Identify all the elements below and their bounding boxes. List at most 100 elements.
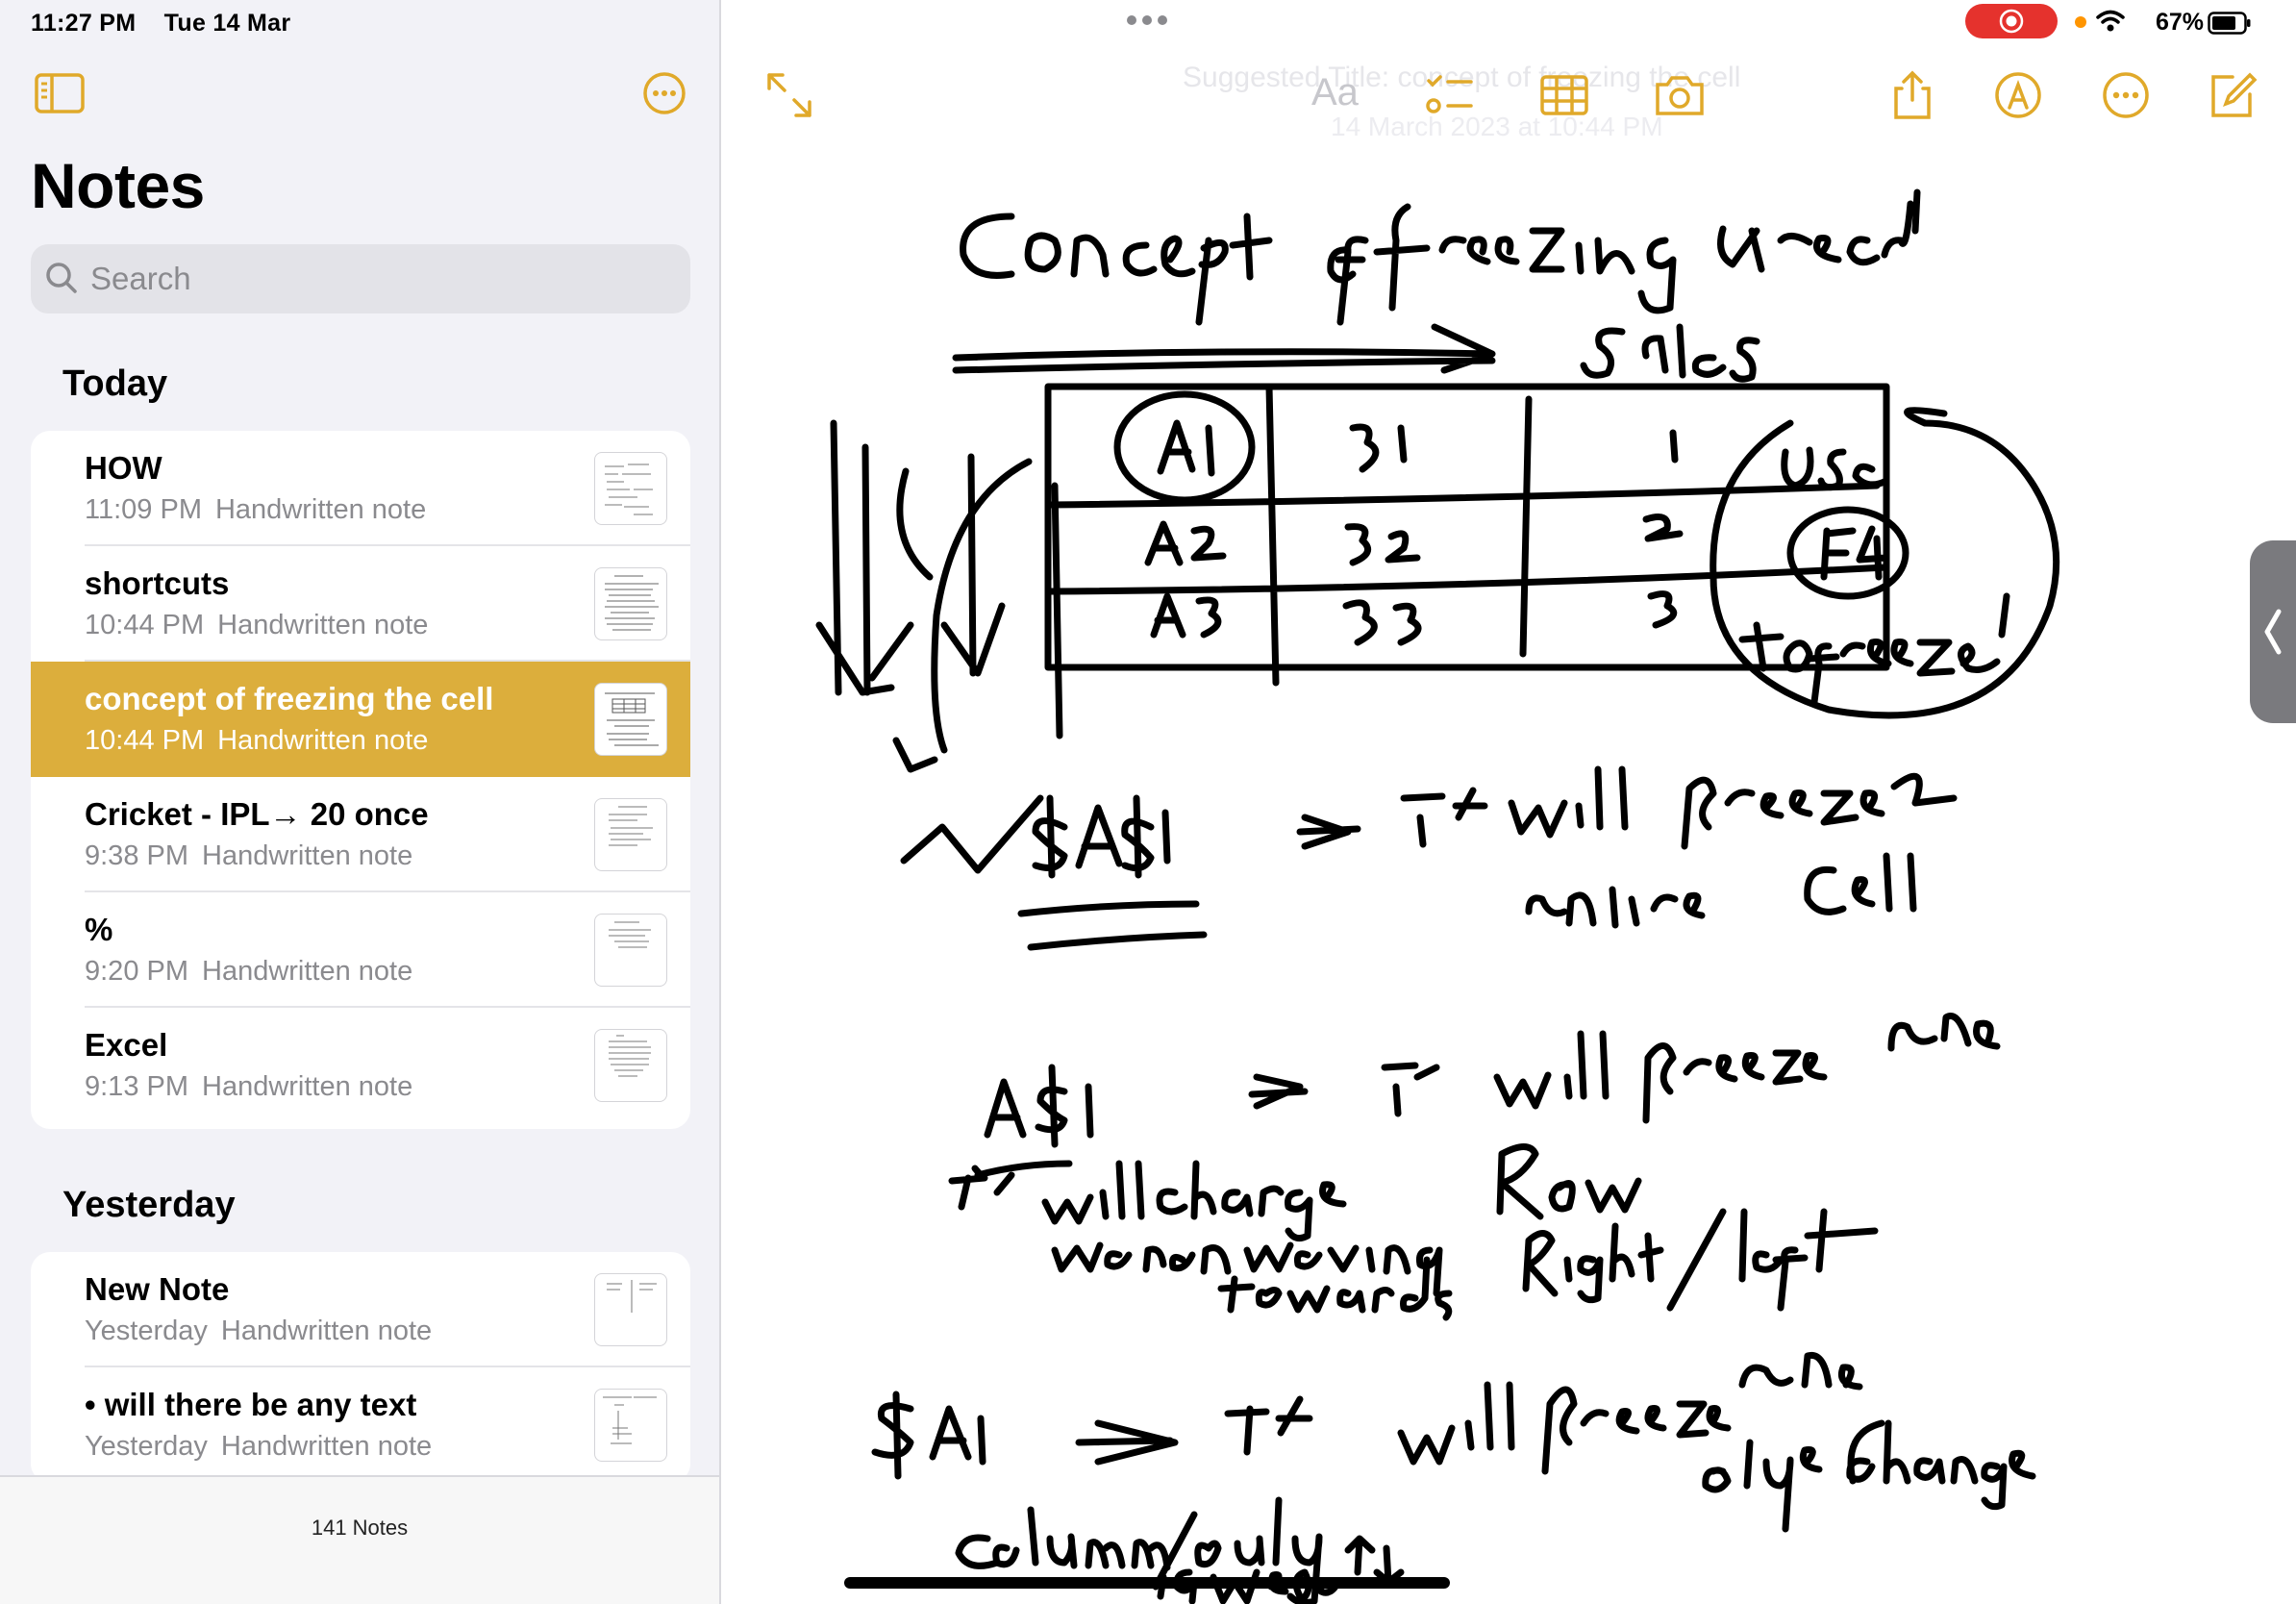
checkmark (900, 794, 1044, 874)
note-thumbnail (594, 1273, 667, 1346)
list-item-selected[interactable]: concept of freezing the cell 10:44 PM Han… (31, 662, 690, 777)
note-meta: 9:38 PM Handwritten note (85, 840, 413, 871)
cell-b3 (1342, 599, 1422, 646)
note-thumbnail (594, 452, 667, 525)
note-title: New Note (85, 1271, 230, 1307)
search-placeholder: Search (90, 261, 191, 296)
line1-text (1525, 886, 1706, 929)
line3-text (1224, 1395, 1313, 1456)
list-item[interactable]: shortcuts 10:44 PM Handwritten note (31, 546, 690, 662)
vertical-line (1051, 482, 1063, 739)
down-arrows (815, 419, 914, 696)
underline (1017, 900, 1208, 951)
arrow-stroke (952, 323, 1496, 374)
section-header-today: Today (62, 363, 168, 404)
cell-3 (1647, 590, 1678, 629)
note-title: shortcuts (85, 565, 230, 601)
note-meta: Yesterday Handwritten note (85, 1316, 433, 1346)
status-time: 11:27 PM (31, 10, 137, 37)
note-meta: 9:13 PM Handwritten note (85, 1071, 413, 1102)
page-title: Notes (31, 150, 205, 221)
line3-text (1702, 1439, 1823, 1533)
notes-list-today: HOW 11:09 PM Handwritten note shortcuts 1… (31, 431, 690, 1129)
note-thumbnail (594, 1029, 667, 1102)
list-item[interactable]: % 9:20 PM Handwritten note (31, 892, 690, 1008)
sidebar-footer: 141 Notes (0, 1475, 719, 1604)
list-item[interactable]: • will there be any text Yesterday Handwr… (31, 1367, 690, 1483)
sales-label-stroke (1580, 323, 1760, 383)
line2b-text (1666, 1208, 1879, 1312)
note-meta: Yesterday Handwritten note (85, 1431, 433, 1462)
arrow-right (1248, 1073, 1309, 1110)
line2b-row (1496, 1143, 1642, 1220)
arrow-right (1075, 1419, 1179, 1466)
note-title: HOW (85, 450, 162, 486)
note-title: • will there be any text (85, 1387, 417, 1422)
note-editor[interactable]: 67% Suggested Title: concept of freezing… (723, 0, 2296, 1604)
note-title: concept of freezing the cell (85, 681, 494, 716)
line2b-text (1041, 1160, 1145, 1225)
status-date: Tue 14 Mar (163, 10, 291, 37)
line3-updown (1344, 1535, 1405, 1586)
notes-list-yesterday: New Note Yesterday Handwritten note • wil… (31, 1252, 690, 1483)
status-bar-left: 11:27 PM Tue 14 Mar (31, 10, 312, 38)
list-item[interactable]: Cricket - IPL→ 20 once 9:38 PM Handwritte… (31, 777, 690, 892)
cell-1 (1669, 429, 1679, 464)
list-item[interactable]: HOW 11:09 PM Handwritten note (31, 431, 690, 546)
search-icon (46, 263, 77, 293)
note-thumbnail (594, 798, 667, 871)
chevron-left-icon (2264, 609, 2282, 655)
side-note-use (1781, 446, 1890, 491)
down-arrows (892, 453, 1006, 773)
cell-b2 (1344, 523, 1421, 566)
home-indicator[interactable] (844, 1577, 1450, 1589)
line2-text (1493, 1030, 1610, 1110)
sidebar-toggle-icon[interactable] (35, 73, 85, 113)
line2b-text (1522, 1222, 1664, 1304)
note-thumbnail (594, 683, 667, 756)
cell-2 (1642, 514, 1684, 542)
handwriting-canvas[interactable] (723, 0, 2296, 1604)
list-item[interactable]: Excel 9:13 PM Handwritten note (31, 1008, 690, 1123)
line2-text (1381, 1062, 1440, 1117)
note-title: Excel (85, 1027, 168, 1063)
line2b-text (1051, 1241, 1232, 1275)
note-thumbnail (594, 914, 667, 987)
line2-text (1642, 1042, 1828, 1124)
line3-text (1397, 1381, 1515, 1466)
line1-text (1681, 772, 1958, 850)
line3-A1 (871, 1391, 986, 1480)
line1-dollarA1 (1032, 794, 1171, 879)
line2-text (1887, 1013, 2001, 1052)
line3-text (1846, 1419, 2036, 1511)
heading-stroke (960, 213, 1273, 326)
line2b-text (1156, 1160, 1347, 1242)
note-thumbnail (594, 1389, 667, 1462)
line1-text (1400, 787, 1488, 848)
section-header-yesterday: Yesterday (62, 1185, 236, 1225)
slide-over-handle[interactable] (2250, 540, 2296, 723)
cell-b1 (1349, 423, 1408, 473)
line3-column (955, 1506, 1198, 1591)
line1-text (1508, 765, 1629, 839)
note-meta: 10:44 PM Handwritten note (85, 610, 429, 640)
notes-sidebar: 11:27 PM Tue 14 Mar Notes Search Today H… (0, 0, 721, 1604)
note-meta: 10:44 PM Handwritten note (85, 725, 429, 756)
line1-text (1804, 852, 1917, 915)
curve-arrow (931, 458, 1033, 754)
note-meta: 9:20 PM Handwritten note (85, 956, 413, 987)
line2b-text (948, 1171, 1015, 1211)
line2-A1 (984, 1064, 1094, 1148)
arrow-right (1296, 814, 1361, 850)
note-title: Cricket - IPL→ 20 once (85, 796, 429, 832)
heading-stroke (1327, 188, 1921, 326)
more-options-icon[interactable] (642, 71, 686, 115)
search-input[interactable]: Search (31, 244, 690, 313)
list-item[interactable]: New Note Yesterday Handwritten note (31, 1252, 690, 1367)
line3-text (1738, 1351, 1863, 1391)
note-meta: 11:09 PM Handwritten note (85, 494, 427, 525)
notes-count: 141 Notes (311, 1516, 409, 1540)
underline (971, 1160, 1073, 1179)
cell-a3 (1150, 592, 1222, 639)
cell-a2 (1144, 520, 1227, 566)
